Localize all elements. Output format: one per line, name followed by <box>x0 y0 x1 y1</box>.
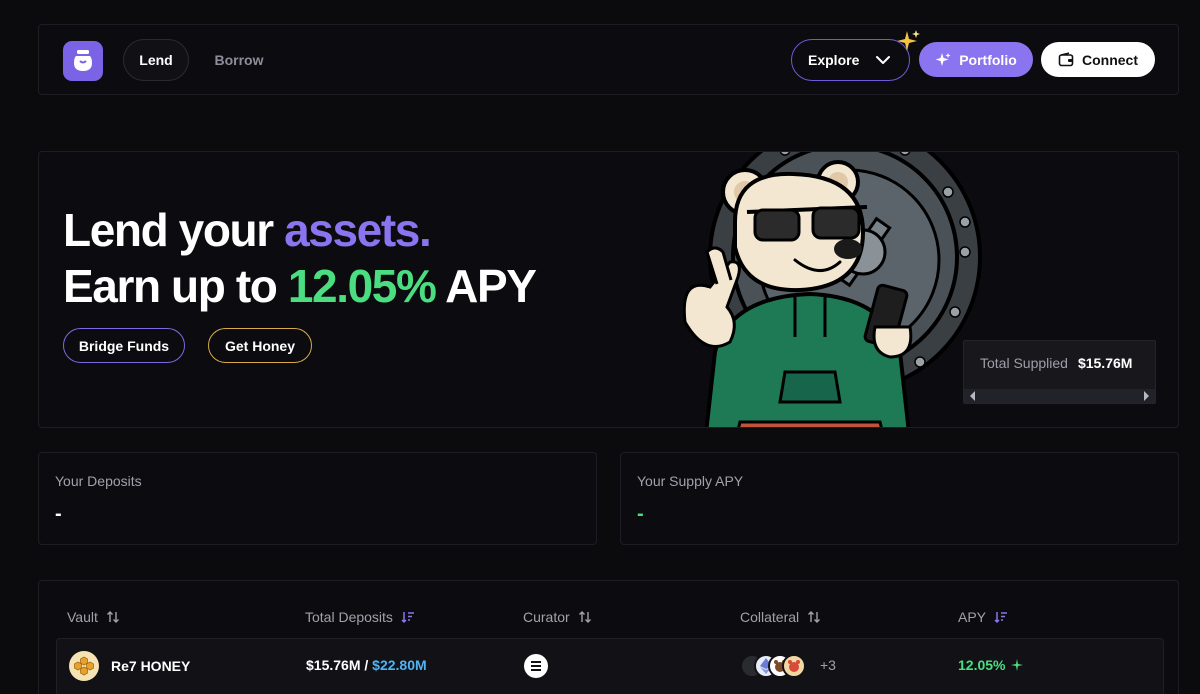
table-row[interactable]: Re7 HONEY $15.76M / $22.80M +3 12.05% <box>56 638 1164 694</box>
column-label: Collateral <box>740 609 800 625</box>
column-label: Vault <box>67 609 98 625</box>
hero-text: Earn up to <box>63 260 288 312</box>
hero-text: APY <box>435 260 537 312</box>
column-header-apy[interactable]: APY <box>958 609 1008 625</box>
bera-token-icon <box>782 654 806 678</box>
hero-headline-line1: Lend your assets. <box>63 202 432 258</box>
sparkle-icon <box>935 52 951 66</box>
column-header-total-deposits[interactable]: Total Deposits <box>305 609 415 625</box>
hero-highlight-assets: assets. <box>284 204 432 256</box>
column-header-curator[interactable]: Curator <box>523 609 592 625</box>
re7-honey-vault-icon <box>69 651 99 681</box>
tab-lend[interactable]: Lend <box>123 39 189 81</box>
sort-icon <box>808 611 821 623</box>
portfolio-label: Portfolio <box>959 51 1017 68</box>
top-navbar: Lend Borrow Explore Portfolio Connect <box>38 24 1179 95</box>
vaults-table: Vault Total Deposits Curator Collateral … <box>38 580 1179 694</box>
sparkle-icon <box>1011 659 1024 671</box>
column-label: Total Deposits <box>305 609 393 625</box>
your-supply-apy-card: Your Supply APY - <box>620 452 1179 545</box>
total-supplied-widget: Total Supplied $15.76M <box>963 340 1156 404</box>
vault-name: Re7 HONEY <box>111 658 191 674</box>
hero-headline-line2: Earn up to 12.05% APY <box>63 258 537 314</box>
explore-button[interactable]: Explore <box>791 39 910 81</box>
apy-cell: 12.05% <box>958 657 1024 673</box>
curator-logo-icon[interactable] <box>524 654 548 678</box>
curator-cell <box>524 654 548 678</box>
sort-icon <box>106 611 119 623</box>
sparkle-decoration-icon <box>897 30 920 51</box>
deposits-capacity: $22.80M <box>372 657 427 673</box>
total-deposits-cell: $15.76M / $22.80M <box>306 657 427 673</box>
connect-label: Connect <box>1082 51 1138 68</box>
scroll-right-icon[interactable] <box>1144 391 1149 401</box>
sort-descending-icon <box>994 612 1008 624</box>
total-supplied-label: Total Supplied <box>980 355 1068 371</box>
honey-jar-icon <box>74 50 92 71</box>
column-label: APY <box>958 609 987 625</box>
column-header-collateral[interactable]: Collateral <box>740 609 821 625</box>
total-supplied-text: Total Supplied $15.76M <box>980 355 1132 371</box>
apy-value: 12.05% <box>958 657 1006 673</box>
collateral-icons[interactable] <box>740 654 810 678</box>
tab-borrow[interactable]: Borrow <box>199 39 279 81</box>
your-deposits-label: Your Deposits <box>55 473 142 489</box>
deposits-separator: / <box>360 657 373 673</box>
wallet-icon <box>1058 51 1074 66</box>
explore-label: Explore <box>808 52 860 68</box>
portfolio-button[interactable]: Portfolio <box>919 42 1033 77</box>
vault-cell: Re7 HONEY <box>69 651 190 681</box>
your-supply-apy-value: - <box>637 503 644 525</box>
collateral-more-count: +3 <box>820 657 836 673</box>
chevron-down-icon <box>876 56 891 64</box>
hero-text: Lend your <box>63 204 285 256</box>
get-honey-button[interactable]: Get Honey <box>208 328 312 363</box>
connect-wallet-button[interactable]: Connect <box>1041 42 1155 77</box>
deposits-value: $15.76M <box>306 657 361 673</box>
sort-descending-icon <box>401 612 414 624</box>
sort-icon <box>578 611 591 623</box>
column-header-vault[interactable]: Vault <box>67 609 120 625</box>
hero-highlight-apy: 12.05% <box>287 260 437 312</box>
your-deposits-value: - <box>55 503 62 525</box>
your-deposits-card: Your Deposits - <box>38 452 597 545</box>
your-supply-apy-label: Your Supply APY <box>637 473 744 489</box>
bridge-funds-button[interactable]: Bridge Funds <box>63 328 185 363</box>
scroll-left-icon[interactable] <box>970 391 975 401</box>
bear-vault-illustration <box>682 152 982 427</box>
column-label: Curator <box>523 609 570 625</box>
horizontal-scrollbar[interactable] <box>964 389 1155 403</box>
total-supplied-value: $15.76M <box>1077 355 1133 371</box>
app-logo[interactable] <box>63 41 103 81</box>
hero-banner: Lend your assets. Earn up to 12.05% APY … <box>38 151 1179 428</box>
